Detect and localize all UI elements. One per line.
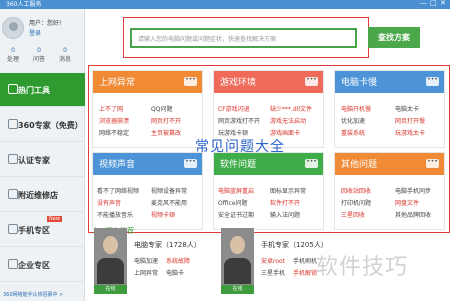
expert-name: 电脑专家（1728人） (134, 241, 201, 249)
more-icon[interactable]: ••• (426, 159, 439, 168)
overlay-heading: 常见问题大全 (195, 139, 285, 155)
more-icon[interactable]: ••• (305, 77, 318, 86)
sidebar: 用户：您好! 登录 0 处理 0 问答 0 消息 热门工具 360专家（免费） … (0, 9, 85, 301)
recruit-link[interactable]: 360网络能手认热招募中 > (0, 291, 85, 298)
store-icon (8, 189, 18, 199)
link-item[interactable]: 网络不稳定 (99, 128, 129, 137)
fire-icon (8, 84, 18, 94)
more-icon[interactable]: ••• (184, 159, 197, 168)
nav-item-enterprise[interactable]: 企业专区 (0, 248, 85, 282)
link-item[interactable]: CF游戏闪退 (218, 104, 250, 113)
link-item[interactable]: 游戏无法启动 (270, 116, 306, 125)
link-item[interactable]: 看不了网络视频 (97, 186, 139, 195)
online-badge: 在线 (94, 285, 127, 294)
link-item[interactable]: 优化加速 (341, 116, 365, 125)
link-item[interactable]: 视频卡顿 (151, 210, 175, 219)
panel-network: 上网异常 ••• 上不了网 QQ问题 浏览器崩溃 网页打不开 网络不稳定 主页被… (92, 70, 203, 148)
expert-card-pc[interactable]: 在线 电脑专家（1728人） 电脑加速 系统故障 上网异常 电脑卡 (94, 228, 212, 294)
link-item[interactable]: 三星回收 (341, 210, 365, 219)
link-item[interactable]: 主页被篡改 (151, 128, 181, 137)
search-highlight: 请输入您的电脑问题或问题症状，快速查找解决方案 (123, 17, 369, 58)
expert-icon (8, 119, 18, 129)
title-bar: 360人工服务 — □ ✕ (0, 0, 450, 9)
link-item[interactable]: 网盘文件 (395, 198, 419, 207)
link-item[interactable]: 不能播放音乐 (97, 210, 133, 219)
stat-messages[interactable]: 0 消息 (54, 47, 76, 63)
link-item[interactable]: QQ问题 (151, 104, 172, 113)
link-item[interactable]: 缺少***.dll文件 (270, 104, 312, 113)
link-item[interactable]: 麦克风不能用 (151, 198, 187, 207)
stat-processed[interactable]: 0 处理 (2, 47, 24, 63)
link-item[interactable]: 重装系统 (341, 128, 365, 137)
expert-tag[interactable]: 安卓root (261, 256, 285, 265)
certified-icon (8, 154, 18, 164)
avatar[interactable] (2, 17, 24, 39)
panel-slow-pc: 电脑卡慢 ••• 电脑开机慢 电脑太卡 优化加速 网页打开慢 重装系统 玩游戏太… (334, 70, 445, 148)
expert-tag[interactable]: 系统故障 (166, 256, 190, 265)
online-badge: 在线 (221, 285, 254, 294)
user-panel: 用户：您好! 登录 0 处理 0 问答 0 消息 (0, 9, 85, 69)
more-icon[interactable]: ••• (426, 77, 439, 86)
link-item[interactable]: 电脑蓝屏重启 (218, 186, 254, 195)
expert-tag[interactable]: 电脑加速 (134, 256, 158, 265)
link-item[interactable]: 打印机问题 (341, 198, 371, 207)
link-item[interactable]: 网页打开慢 (395, 116, 425, 125)
enterprise-icon (8, 259, 18, 269)
phone-icon (8, 224, 18, 234)
link-item[interactable]: 其他品牌回收 (395, 210, 431, 219)
expert-tag[interactable]: 电脑卡 (166, 268, 184, 277)
link-item[interactable]: 安全证书过期 (218, 210, 254, 219)
login-link[interactable]: 登录 (29, 28, 41, 37)
more-icon[interactable]: ••• (184, 77, 197, 86)
panel-software: 软件问题 ••• 电脑蓝屏重启 图标显示异常 Office问题 软件打不开 安全… (213, 152, 324, 230)
window-title: 360人工服务 (6, 1, 42, 8)
link-item[interactable]: 图标显示异常 (270, 186, 306, 195)
close-icon[interactable]: ✕ (440, 0, 446, 7)
maximize-icon[interactable]: □ (430, 0, 437, 7)
nav-item-phone-zone[interactable]: 手机专区 New (0, 213, 85, 247)
user-greeting: 用户：您好! (29, 20, 62, 27)
stat-questions[interactable]: 0 问答 (28, 47, 50, 63)
link-item[interactable]: 没有声音 (97, 198, 121, 207)
panel-other: 其他问题 ••• 回收站回收 电脑手机同步 打印机问题 网盘文件 三星回收 其他… (334, 152, 445, 230)
search-button[interactable]: 查找方案 (368, 27, 420, 48)
link-item[interactable]: 网页游戏打不开 (218, 116, 260, 125)
minimize-icon[interactable]: — (420, 0, 427, 7)
link-item[interactable]: 回收站回收 (341, 186, 371, 195)
nav-item-360-expert[interactable]: 360专家（免费） (0, 108, 85, 142)
expert-tag[interactable]: 三星手机 (261, 268, 285, 277)
new-badge: New (47, 216, 62, 222)
link-item[interactable]: 玩游戏太卡 (395, 128, 425, 137)
link-item[interactable]: 输入法问题 (270, 210, 300, 219)
link-item[interactable]: 网页打不开 (151, 116, 181, 125)
expert-tag[interactable]: 上网异常 (134, 268, 158, 277)
panel-video-audio: 视频声音 ••• 看不了网络视频 视频设备异常 没有声音 麦克风不能用 不能播放… (92, 152, 203, 230)
nav-item-certified-expert[interactable]: 认证专家 (0, 143, 85, 177)
link-item[interactable]: 浏览器崩溃 (99, 116, 129, 125)
link-item[interactable]: 视频设备异常 (151, 186, 187, 195)
link-item[interactable]: 电脑开机慢 (341, 104, 371, 113)
more-icon[interactable]: ••• (305, 159, 318, 168)
link-item[interactable]: 软件打不开 (270, 198, 300, 207)
link-item[interactable]: 电脑手机同步 (395, 186, 431, 195)
search-input[interactable]: 请输入您的电脑问题或问题症状，快速查找解决方案 (130, 28, 357, 48)
nav-item-nearby-repair[interactable]: 附近维修店 (0, 178, 85, 212)
link-item[interactable]: 上不了网 (99, 104, 123, 113)
link-item[interactable]: 电脑太卡 (395, 104, 419, 113)
nav-item-hot-tools[interactable]: 热门工具 (0, 73, 85, 107)
expert-tag[interactable]: 手机刷机 (293, 256, 317, 265)
expert-tag[interactable]: 手机解锁 (293, 268, 317, 277)
link-item[interactable]: Office问题 (218, 198, 248, 207)
watermark-text: 软件技巧 (316, 255, 409, 280)
